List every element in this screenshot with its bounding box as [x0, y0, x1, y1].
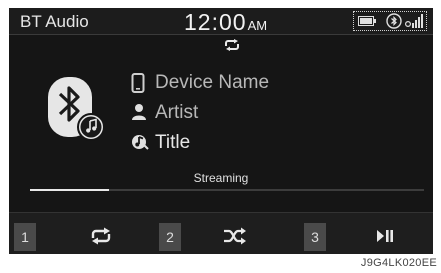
play-pause-icon — [377, 230, 393, 242]
artist-name: Artist — [155, 102, 199, 123]
progress-bar[interactable] — [30, 189, 424, 191]
figure-code: J9G4LK020EE — [360, 257, 437, 269]
shuffle-icon — [224, 227, 246, 245]
clock-ampm: AM — [247, 18, 268, 33]
person-icon — [132, 104, 146, 120]
repeat-button[interactable] — [66, 223, 136, 251]
clock: 12:00AM — [184, 9, 267, 36]
play-pause-button[interactable] — [350, 223, 420, 251]
track-title: Title — [155, 132, 191, 153]
progress-fill — [30, 189, 109, 191]
bluetooth-music-icon — [48, 77, 104, 141]
bt-audio-screen: BT Audio 12:00AM Device Name Artist Titl… — [9, 8, 433, 254]
phone-icon — [131, 73, 145, 93]
device-name: Device Name — [155, 72, 270, 93]
preset-button-2[interactable]: 2 — [159, 223, 181, 251]
repeat-icon — [225, 39, 239, 51]
preset-button-3[interactable]: 3 — [304, 223, 326, 251]
preset-button-1[interactable]: 1 — [14, 223, 36, 251]
music-note-icon — [132, 135, 149, 150]
bottom-control-bar: 1 2 3 — [9, 212, 433, 254]
signal-icon — [405, 14, 423, 28]
repeat-icon — [91, 227, 111, 245]
shuffle-button[interactable] — [200, 223, 270, 251]
status-bar: BT Audio 12:00AM — [9, 8, 433, 35]
bluetooth-status-icon — [386, 13, 402, 29]
clock-time: 12:00 — [184, 9, 247, 35]
battery-icon — [358, 16, 376, 26]
app-title: BT Audio — [20, 12, 89, 31]
streaming-status: Streaming — [193, 171, 249, 185]
status-icons — [353, 11, 427, 31]
